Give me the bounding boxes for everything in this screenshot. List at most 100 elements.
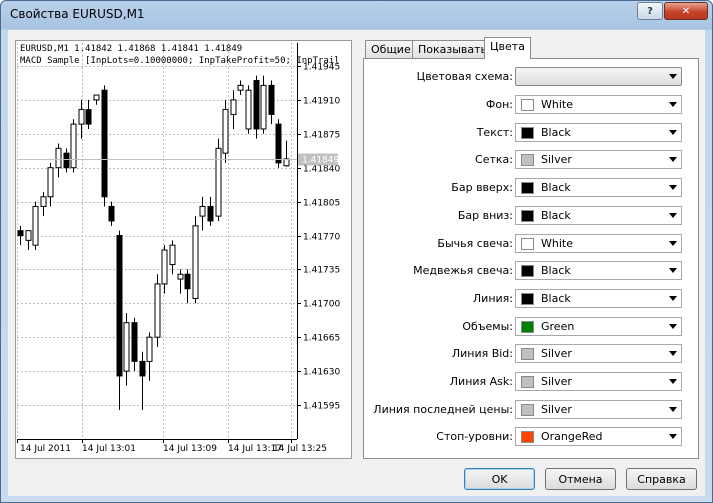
candle-body: [78, 109, 85, 125]
candle-body: [101, 89, 108, 198]
candle-body: [260, 84, 267, 130]
candle-body: [17, 230, 24, 237]
color-row-label: Объемы:: [462, 320, 513, 333]
help-button-label: Справка: [637, 472, 686, 486]
chart-canvas: 1.419451.419101.418751.418401.418051.417…: [17, 43, 340, 454]
color-row-label: Бар вниз:: [457, 209, 513, 222]
color-value: OrangeRed: [541, 430, 603, 443]
color-value: Silver: [541, 403, 572, 416]
color-swatch: [521, 99, 534, 111]
window-title: Свойства EURUSD,M1: [10, 7, 145, 21]
color-value: Black: [541, 181, 571, 194]
candle-body: [93, 94, 100, 101]
candle-body: [123, 322, 130, 372]
chevron-down-icon: [669, 241, 677, 246]
color-select[interactable]: Black: [515, 178, 682, 197]
color-select[interactable]: Green: [515, 317, 682, 336]
color-select[interactable]: White: [515, 234, 682, 253]
price-tick-label: 1.41735: [303, 266, 340, 276]
color-select[interactable]: Silver: [515, 400, 682, 419]
chevron-down-icon: [669, 324, 677, 329]
candle-body: [63, 152, 70, 169]
color-swatch: [521, 127, 534, 139]
color-row-label: Линия Bid:: [451, 347, 513, 360]
cancel-button[interactable]: Отмена: [545, 468, 616, 490]
chevron-down-icon: [669, 213, 677, 218]
candle-body: [199, 205, 206, 217]
color-scheme-select[interactable]: [515, 67, 682, 86]
ok-button[interactable]: OK: [464, 468, 535, 490]
chart-info: EURUSD,M1 1.41842 1.41868 1.41841 1.4184…: [20, 43, 338, 67]
color-select[interactable]: OrangeRed: [515, 427, 682, 446]
chevron-down-icon: [669, 157, 677, 162]
tab-show-label: Показывать: [418, 43, 488, 56]
color-row-label: Бар вверх:: [451, 181, 513, 194]
help-title-button[interactable]: ?: [637, 2, 663, 20]
color-value: Silver: [541, 153, 572, 166]
candle-body: [108, 205, 115, 222]
candle-body: [55, 147, 62, 169]
candle-body: [268, 84, 275, 115]
time-tick-label: 14 Jul 13:09: [163, 444, 217, 454]
candle-body: [253, 80, 260, 130]
color-row-label: Медвежья свеча:: [413, 264, 513, 277]
chevron-down-icon: [669, 351, 677, 356]
color-select[interactable]: Black: [515, 261, 682, 280]
color-select[interactable]: Silver: [515, 150, 682, 169]
tab-show[interactable]: Показывать: [412, 40, 494, 58]
color-value: Silver: [541, 375, 572, 388]
candle-body: [169, 244, 176, 266]
candle-body: [245, 89, 252, 130]
scheme-label: Цветовая схема:: [416, 70, 513, 83]
color-value: Black: [541, 264, 571, 277]
candle-body: [230, 99, 237, 115]
candle-body: [40, 196, 47, 207]
color-select[interactable]: Black: [515, 206, 682, 225]
color-swatch: [521, 265, 534, 277]
candle-body: [154, 283, 161, 338]
color-swatch: [521, 154, 534, 166]
chevron-down-icon: [669, 434, 677, 439]
candle-body: [215, 147, 222, 217]
color-select[interactable]: White: [515, 95, 682, 114]
close-button[interactable]: ✕: [664, 2, 708, 20]
color-value: Black: [541, 209, 571, 222]
color-row-label: Стоп-уровни:: [436, 430, 513, 443]
color-value: Green: [541, 320, 575, 333]
chart-info-expert: MACD Sample [InpLots=0.10000000; InpTake…: [20, 56, 338, 66]
chevron-down-icon: [669, 185, 677, 190]
tab-colors[interactable]: Цвета: [484, 37, 531, 59]
candle-body: [47, 167, 54, 198]
time-tick-label: 14 Jul 2011: [20, 444, 71, 454]
color-value: White: [541, 98, 573, 111]
price-tick-label: 1.41910: [303, 97, 340, 107]
price-tick-label: 1.41840: [303, 165, 340, 175]
color-swatch: [521, 404, 534, 416]
candle-body: [146, 336, 153, 362]
price-tick-label: 1.41875: [303, 131, 340, 141]
chart-preview: 1.41945 1.41910 1.41875 1.41840 1.41805 1.417…: [15, 40, 352, 459]
price-tick-label: 1.41630: [303, 368, 340, 378]
candle-body: [116, 235, 123, 377]
title-bar[interactable]: Свойства EURUSD,M1 ? ✕: [1, 1, 712, 30]
candle-body: [32, 205, 39, 246]
properties-window: Свойства EURUSD,M1 ? ✕ 1.41945 1.41910 1.4…: [0, 0, 713, 503]
price-tick-label: 1.41805: [303, 199, 340, 209]
color-select[interactable]: Silver: [515, 372, 682, 391]
time-tick-label: 14 Jul 13:25: [273, 444, 327, 454]
color-swatch: [521, 293, 534, 305]
cancel-button-label: Отмена: [558, 472, 603, 486]
help-button[interactable]: Справка: [626, 468, 697, 490]
color-select[interactable]: Black: [515, 289, 682, 308]
candle-body: [237, 84, 244, 91]
tab-general[interactable]: Общие: [365, 40, 417, 58]
color-select[interactable]: Silver: [515, 344, 682, 363]
candle-body: [222, 109, 229, 154]
color-row-label: Сетка:: [475, 153, 513, 166]
color-swatch: [521, 376, 534, 388]
color-swatch: [521, 348, 534, 360]
color-select[interactable]: Black: [515, 123, 682, 142]
candle-body: [275, 123, 282, 164]
chart-info-ohlc: EURUSD,M1 1.41842 1.41868 1.41841 1.4184…: [20, 44, 243, 54]
price-tick-label: 1.41665: [303, 334, 340, 344]
